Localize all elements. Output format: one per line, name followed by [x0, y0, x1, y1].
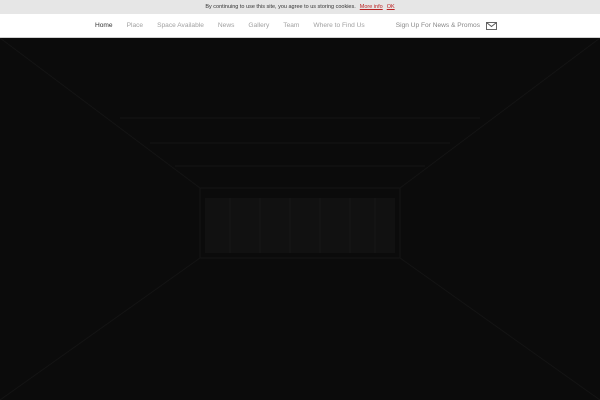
nav-item-where-to-find-us[interactable]: Where to Find Us [313, 22, 364, 29]
nav-item-space-available[interactable]: Space Available [157, 22, 204, 29]
page: By continuing to use this site, you agre… [0, 0, 600, 400]
nav-item-team[interactable]: Team [283, 22, 299, 29]
nav-item-news[interactable]: News [218, 22, 235, 29]
signup-link[interactable]: Sign Up For News & Promos [396, 22, 480, 29]
cookie-more-info-link[interactable]: More info [360, 4, 383, 10]
nav-item-gallery[interactable]: Gallery [248, 22, 269, 29]
signup-area: Sign Up For News & Promos [396, 14, 497, 37]
cookie-message: By continuing to use this site, you agre… [205, 4, 356, 10]
cookie-banner: By continuing to use this site, you agre… [0, 0, 600, 14]
main-nav: Home Place Space Available News Gallery … [0, 14, 600, 38]
nav-menu: Home Place Space Available News Gallery … [95, 14, 379, 37]
cookie-ok-button[interactable]: OK [387, 4, 395, 10]
nav-item-place[interactable]: Place [127, 22, 144, 29]
hero-interior-photo [0, 38, 600, 400]
hero-image [0, 38, 600, 400]
mail-icon[interactable] [486, 21, 497, 30]
nav-item-home[interactable]: Home [95, 22, 113, 29]
